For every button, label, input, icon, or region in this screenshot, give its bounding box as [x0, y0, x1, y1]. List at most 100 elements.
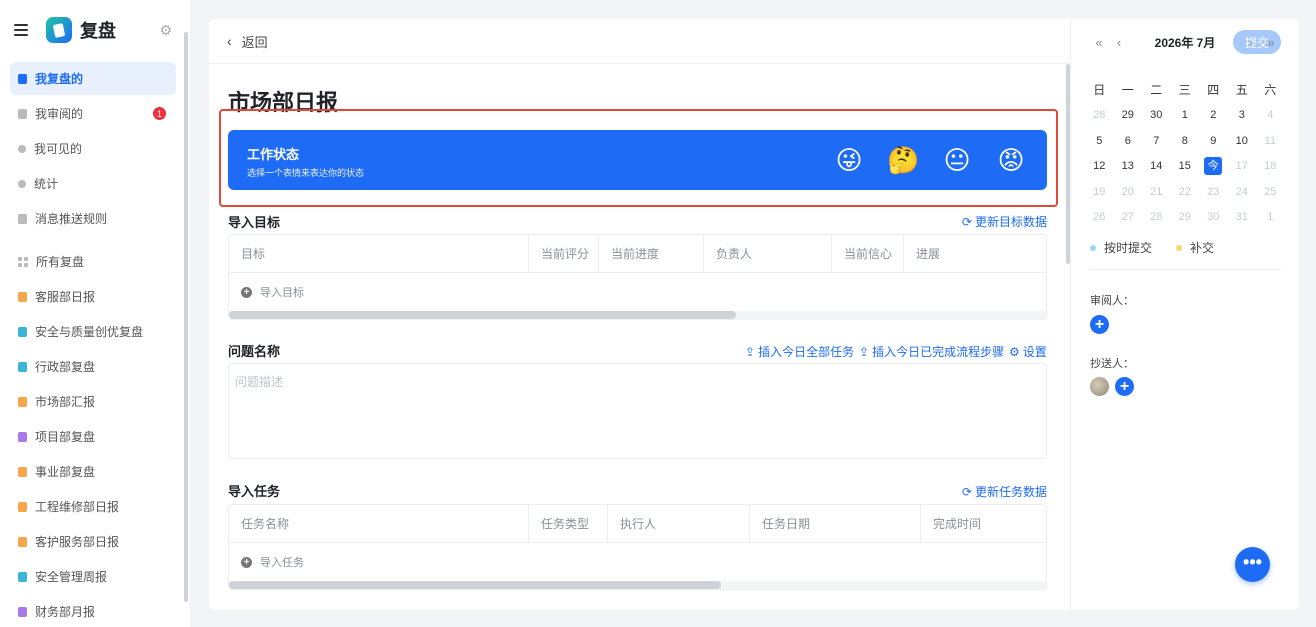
- calendar-day[interactable]: 25: [1256, 186, 1285, 198]
- emoji-thinking-icon[interactable]: 🤔: [887, 144, 919, 176]
- goals-col-header: 当前信心: [832, 235, 904, 273]
- sidebar-board-item[interactable]: 财务部月报: [10, 595, 176, 627]
- calendar-day[interactable]: 7: [1142, 135, 1171, 147]
- calendar-day[interactable]: 31: [1228, 211, 1257, 223]
- calendar-day-label: 11: [1264, 134, 1276, 147]
- tasks-col-header: 执行人: [608, 505, 750, 543]
- import-goal-button[interactable]: + 导入目标: [229, 273, 1046, 311]
- emoji-crazy-icon[interactable]: 😜: [833, 144, 865, 176]
- issue-description-input[interactable]: 问题描述: [228, 363, 1047, 459]
- tasks-section-title: 导入任务: [228, 484, 281, 499]
- calendar-day[interactable]: 29: [1171, 211, 1200, 223]
- calendar-day-label: 17: [1235, 160, 1248, 173]
- refresh-goals-button[interactable]: ⟳ 更新目标数据: [962, 213, 1047, 230]
- import-task-label: 导入任务: [260, 557, 304, 569]
- insert-all-tasks-label: 插入今日全部任务: [758, 345, 855, 359]
- sidebar-board-item[interactable]: 工程维修部日报: [10, 490, 176, 523]
- calendar-day-today[interactable]: 今: [1199, 157, 1228, 176]
- calendar-day[interactable]: 15: [1171, 160, 1200, 172]
- reviewers-label: 审阅人：: [1090, 295, 1134, 307]
- calendar-day[interactable]: 3: [1228, 109, 1257, 121]
- calendar-day[interactable]: 1: [1256, 211, 1285, 223]
- avatar[interactable]: [1090, 377, 1109, 396]
- calendar-day[interactable]: 30: [1142, 109, 1171, 121]
- refresh-tasks-button[interactable]: ⟳ 更新任务数据: [962, 483, 1047, 500]
- content-scrollbar[interactable]: [1066, 64, 1070, 264]
- next-month-icon[interactable]: ›: [1241, 35, 1261, 50]
- goals-col-header: 当前进度: [599, 235, 704, 273]
- next-year-icon[interactable]: »: [1261, 35, 1281, 50]
- calendar-week-row: 19 20 21 22 23 24 25: [1085, 179, 1285, 205]
- calendar-day[interactable]: 18: [1256, 160, 1285, 172]
- sidebar-board-item[interactable]: 市场部汇报: [10, 385, 176, 418]
- calendar-day[interactable]: 11: [1256, 135, 1285, 147]
- calendar-day[interactable]: 20: [1114, 186, 1143, 198]
- import-task-button[interactable]: + 导入任务: [229, 543, 1046, 581]
- sidebar-board-item[interactable]: 事业部复盘: [10, 455, 176, 488]
- calendar-day[interactable]: 29: [1114, 109, 1143, 121]
- calendar-day[interactable]: 10: [1228, 135, 1257, 147]
- prev-month-icon[interactable]: ‹: [1109, 35, 1129, 50]
- calendar-day[interactable]: 26: [1085, 211, 1114, 223]
- calendar-day-label: 27: [1121, 211, 1134, 224]
- emoji-angry-icon[interactable]: 😡: [995, 144, 1027, 176]
- sidebar-item-label: 我复盘的: [35, 72, 84, 86]
- calendar-day[interactable]: 19: [1085, 186, 1114, 198]
- weekday-label: 日: [1093, 83, 1106, 98]
- back-button[interactable]: ‹ 返回: [227, 32, 268, 51]
- sidebar-item[interactable]: 我可见的: [10, 132, 176, 165]
- calendar-day[interactable]: 23: [1199, 186, 1228, 198]
- sidebar-board-item[interactable]: 客服部日报: [10, 280, 176, 313]
- weekday-label: 五: [1235, 83, 1248, 98]
- calendar-day[interactable]: 8: [1171, 135, 1200, 147]
- tasks-table-scrollbar[interactable]: [229, 581, 1046, 589]
- prev-year-icon[interactable]: «: [1089, 35, 1109, 50]
- settings-gear-icon[interactable]: ⚙: [159, 22, 172, 39]
- nav-icon: [18, 73, 27, 84]
- calendar-day[interactable]: 14: [1142, 160, 1171, 172]
- calendar-day[interactable]: 6: [1114, 135, 1143, 147]
- sidebar-item[interactable]: 消息推送规则: [10, 202, 176, 235]
- more-actions-button[interactable]: •••: [1235, 547, 1270, 582]
- insert-all-tasks-button[interactable]: ⇪ 插入今日全部任务: [745, 343, 854, 360]
- weekday-label: 四: [1207, 83, 1220, 98]
- calendar-day[interactable]: 28: [1085, 109, 1114, 121]
- insert-completed-steps-button[interactable]: ⇪ 插入今日已完成流程步骤: [859, 343, 1004, 360]
- calendar-day[interactable]: 28: [1142, 211, 1171, 223]
- sidebar-board-item[interactable]: 安全与质量创优复盘: [10, 315, 176, 348]
- board-label: 安全与质量创优复盘: [35, 325, 144, 339]
- board-label: 客护服务部日报: [35, 535, 120, 549]
- calendar-day[interactable]: 9: [1199, 135, 1228, 147]
- sidebar-board-item[interactable]: 安全管理周报: [10, 560, 176, 593]
- calendar-day[interactable]: 5: [1085, 135, 1114, 147]
- calendar-day[interactable]: 30: [1199, 211, 1228, 223]
- calendar-day[interactable]: 12: [1085, 160, 1114, 172]
- all-reviews-section[interactable]: 所有复盘: [10, 245, 176, 278]
- calendar-day[interactable]: 24: [1228, 186, 1257, 198]
- calendar-day[interactable]: 27: [1114, 211, 1143, 223]
- nav-icon: [18, 213, 27, 224]
- calendar-day[interactable]: 13: [1114, 160, 1143, 172]
- add-reviewer-button[interactable]: +: [1090, 315, 1109, 334]
- calendar-day[interactable]: 22: [1171, 186, 1200, 198]
- calendar-day[interactable]: 17: [1228, 160, 1257, 172]
- sidebar-item[interactable]: 我复盘的: [10, 62, 176, 95]
- calendar-day[interactable]: 21: [1142, 186, 1171, 198]
- calendar-day[interactable]: 1: [1171, 109, 1200, 121]
- hamburger-menu-icon[interactable]: [14, 24, 28, 36]
- sidebar-board-item[interactable]: 项目部复盘: [10, 420, 176, 453]
- issue-section-title: 问题名称: [228, 344, 281, 359]
- goals-table-scrollbar[interactable]: [229, 311, 1046, 319]
- sidebar-board-item[interactable]: 客护服务部日报: [10, 525, 176, 558]
- issue-settings-button[interactable]: ⚙ 设置: [1009, 343, 1047, 360]
- emoji-neutral-icon[interactable]: 😐: [941, 144, 973, 176]
- sidebar-scrollbar[interactable]: [184, 32, 188, 602]
- sidebar-board-item[interactable]: 行政部复盘: [10, 350, 176, 383]
- calendar-day[interactable]: 2: [1199, 109, 1228, 121]
- sidebar-item[interactable]: 统计: [10, 167, 176, 200]
- add-cc-button[interactable]: +: [1115, 377, 1134, 396]
- calendar-day[interactable]: 4: [1256, 109, 1285, 121]
- sidebar-item[interactable]: 我审阅的 1: [10, 97, 176, 130]
- main-panel: ‹ 返回 提交 市场部日报 工作状态 选择一个表情来表达你的状态 😜 🤔 😐 😡…: [209, 19, 1299, 610]
- insert-icon: ⇪: [859, 344, 870, 359]
